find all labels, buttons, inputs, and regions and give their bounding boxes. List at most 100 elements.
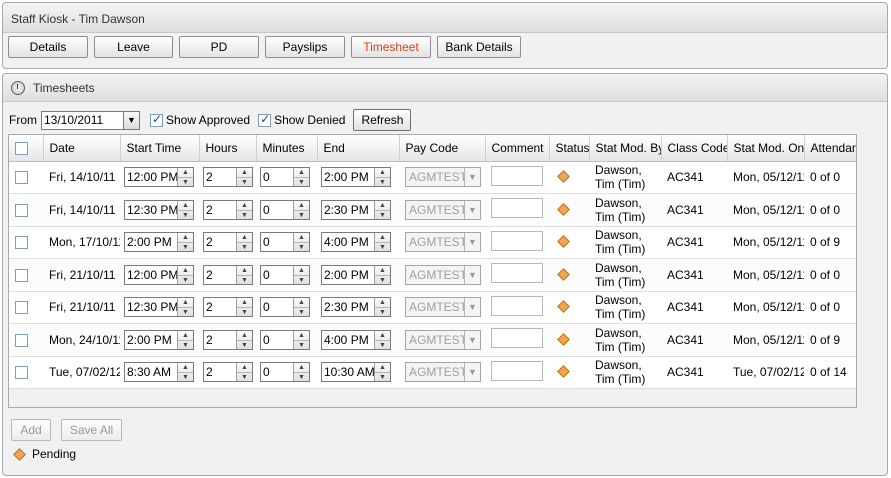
row-checkbox[interactable] [15, 236, 28, 250]
row-checkbox[interactable] [15, 203, 28, 217]
hours-stepper-value[interactable]: 2 [204, 363, 236, 381]
row-select-cell[interactable] [9, 161, 43, 194]
table-row[interactable]: Mon, 17/10/11 2:00 PM ▲ ▼ 2 ▲ ▼ 0 ▲ ▼ 4:00 PM ▲ ▼ AGM… [9, 226, 856, 259]
spinner-arrows-icon[interactable]: ▲ ▼ [236, 265, 252, 284]
end-time-stepper[interactable]: 4:00 PM ▲ ▼ [321, 232, 391, 253]
pay-code-value[interactable]: AGMTEST [406, 298, 464, 316]
comment-input[interactable] [491, 295, 543, 316]
spinner-arrows-icon[interactable]: ▲ ▼ [236, 363, 252, 382]
start-time-stepper-value[interactable]: 12:30 PM [125, 298, 177, 316]
pd-button[interactable]: PD [179, 36, 259, 58]
column-header[interactable]: Stat Mod. On [727, 135, 805, 162]
hours-stepper[interactable]: 2 ▲ ▼ [203, 199, 253, 220]
row-select-cell[interactable] [9, 226, 43, 259]
pay-code-value[interactable]: AGMTEST [406, 201, 464, 219]
pay-code-value[interactable]: AGMTEST [406, 331, 464, 349]
comment-input[interactable] [491, 165, 543, 186]
comment-input[interactable] [491, 198, 543, 219]
hours-stepper[interactable]: 2 ▲ ▼ [203, 297, 253, 318]
hours-stepper-value[interactable]: 2 [204, 331, 236, 349]
pay-code-select[interactable]: AGMTEST ▼ [405, 297, 481, 318]
column-header[interactable]: Status [549, 135, 590, 162]
spinner-arrows-icon[interactable]: ▲ ▼ [374, 200, 390, 219]
show-approved-checkbox[interactable] [150, 112, 163, 127]
row-select-cell[interactable] [9, 323, 43, 357]
spinner-arrows-icon[interactable]: ▲ ▼ [236, 168, 252, 187]
minutes-stepper[interactable]: 0 ▲ ▼ [260, 199, 310, 220]
start-time-stepper-value[interactable]: 2:00 PM [125, 233, 177, 251]
row-select-cell[interactable] [9, 291, 43, 324]
column-header[interactable]: Start Time [120, 135, 200, 162]
minutes-stepper[interactable]: 0 ▲ ▼ [260, 264, 310, 285]
pay-code-select[interactable]: AGMTEST ▼ [405, 199, 481, 220]
hours-stepper[interactable]: 2 ▲ ▼ [203, 362, 253, 383]
spinner-arrows-icon[interactable]: ▲ ▼ [236, 330, 252, 349]
pay-code-value[interactable]: AGMTEST [406, 168, 464, 186]
start-time-stepper[interactable]: 2:00 PM ▲ ▼ [124, 232, 194, 253]
hours-stepper[interactable]: 2 ▲ ▼ [203, 264, 253, 285]
from-date-value[interactable]: 13/10/2011 [42, 113, 123, 127]
spinner-arrows-icon[interactable]: ▲ ▼ [236, 233, 252, 252]
start-time-stepper-value[interactable]: 12:30 PM [125, 201, 177, 219]
minutes-stepper-value[interactable]: 0 [261, 168, 293, 186]
end-time-stepper[interactable]: 2:30 PM ▲ ▼ [321, 199, 391, 220]
row-checkbox[interactable] [15, 171, 28, 185]
timesheet-button[interactable]: Timesheet [351, 36, 431, 58]
minutes-stepper[interactable]: 0 ▲ ▼ [260, 167, 310, 188]
start-time-stepper-value[interactable]: 12:00 PM [125, 168, 177, 186]
save-all-button[interactable]: Save All [61, 419, 122, 441]
start-time-stepper[interactable]: 12:00 PM ▲ ▼ [124, 167, 194, 188]
start-time-stepper-value[interactable]: 2:00 PM [125, 331, 177, 349]
comment-input[interactable] [491, 230, 543, 251]
chevron-down-icon[interactable]: ▼ [464, 265, 480, 284]
chevron-down-icon[interactable]: ▼ [464, 298, 480, 317]
spinner-arrows-icon[interactable]: ▲ ▼ [177, 200, 193, 219]
minutes-stepper-value[interactable]: 0 [261, 233, 293, 251]
chevron-down-icon[interactable]: ▼ [464, 168, 480, 187]
start-time-stepper-value[interactable]: 12:00 PM [125, 266, 177, 284]
spinner-arrows-icon[interactable]: ▲ ▼ [177, 298, 193, 317]
table-row[interactable]: Fri, 14/10/11 12:30 PM ▲ ▼ 2 ▲ ▼ 0 ▲ ▼ 2:30 PM ▲ ▼ AG… [9, 193, 856, 227]
minutes-stepper[interactable]: 0 ▲ ▼ [260, 362, 310, 383]
hours-stepper[interactable]: 2 ▲ ▼ [203, 329, 253, 350]
column-header[interactable]: Attendan [804, 135, 856, 162]
table-row[interactable]: Fri, 14/10/11 12:00 PM ▲ ▼ 2 ▲ ▼ 0 ▲ ▼ 2:00 PM ▲ ▼ AG… [9, 161, 856, 194]
show-denied-label[interactable]: Show Denied [274, 113, 345, 127]
spinner-arrows-icon[interactable]: ▲ ▼ [177, 233, 193, 252]
select-all-checkbox[interactable] [15, 141, 28, 155]
details-button[interactable]: Details [8, 36, 88, 58]
start-time-stepper[interactable]: 12:30 PM ▲ ▼ [124, 297, 194, 318]
chevron-down-icon[interactable]: ▼ [123, 111, 139, 129]
pay-code-select[interactable]: AGMTEST ▼ [405, 264, 481, 285]
add-button[interactable]: Add [11, 419, 51, 441]
spinner-arrows-icon[interactable]: ▲ ▼ [374, 330, 390, 349]
spinner-arrows-icon[interactable]: ▲ ▼ [293, 233, 309, 252]
spinner-arrows-icon[interactable]: ▲ ▼ [177, 363, 193, 382]
pay-code-select[interactable]: AGMTEST ▼ [405, 232, 481, 253]
end-time-stepper-value[interactable]: 4:00 PM [322, 331, 374, 349]
spinner-arrows-icon[interactable]: ▲ ▼ [293, 168, 309, 187]
end-time-stepper-value[interactable]: 10:30 AM [322, 363, 374, 381]
end-time-stepper[interactable]: 2:30 PM ▲ ▼ [321, 297, 391, 318]
end-time-stepper-value[interactable]: 2:00 PM [322, 168, 374, 186]
column-header[interactable]: Comment [485, 135, 550, 162]
pay-code-value[interactable]: AGMTEST [406, 363, 464, 381]
spinner-arrows-icon[interactable]: ▲ ▼ [177, 168, 193, 187]
spinner-arrows-icon[interactable]: ▲ ▼ [177, 265, 193, 284]
row-select-cell[interactable] [9, 193, 43, 227]
show-denied-checkbox[interactable] [258, 112, 272, 127]
row-checkbox[interactable] [15, 366, 28, 380]
pay-code-value[interactable]: AGMTEST [406, 266, 464, 284]
column-header[interactable]: End [317, 135, 400, 162]
row-select-cell[interactable] [9, 356, 43, 389]
column-header[interactable]: Minutes [256, 135, 318, 162]
spinner-arrows-icon[interactable]: ▲ ▼ [374, 233, 390, 252]
comment-input[interactable] [491, 263, 543, 284]
hours-stepper-value[interactable]: 2 [204, 298, 236, 316]
minutes-stepper-value[interactable]: 0 [261, 331, 293, 349]
bank-details-button[interactable]: Bank Details [437, 36, 521, 58]
end-time-stepper[interactable]: 2:00 PM ▲ ▼ [321, 167, 391, 188]
hours-stepper-value[interactable]: 2 [204, 201, 236, 219]
spinner-arrows-icon[interactable]: ▲ ▼ [293, 298, 309, 317]
spinner-arrows-icon[interactable]: ▲ ▼ [293, 265, 309, 284]
